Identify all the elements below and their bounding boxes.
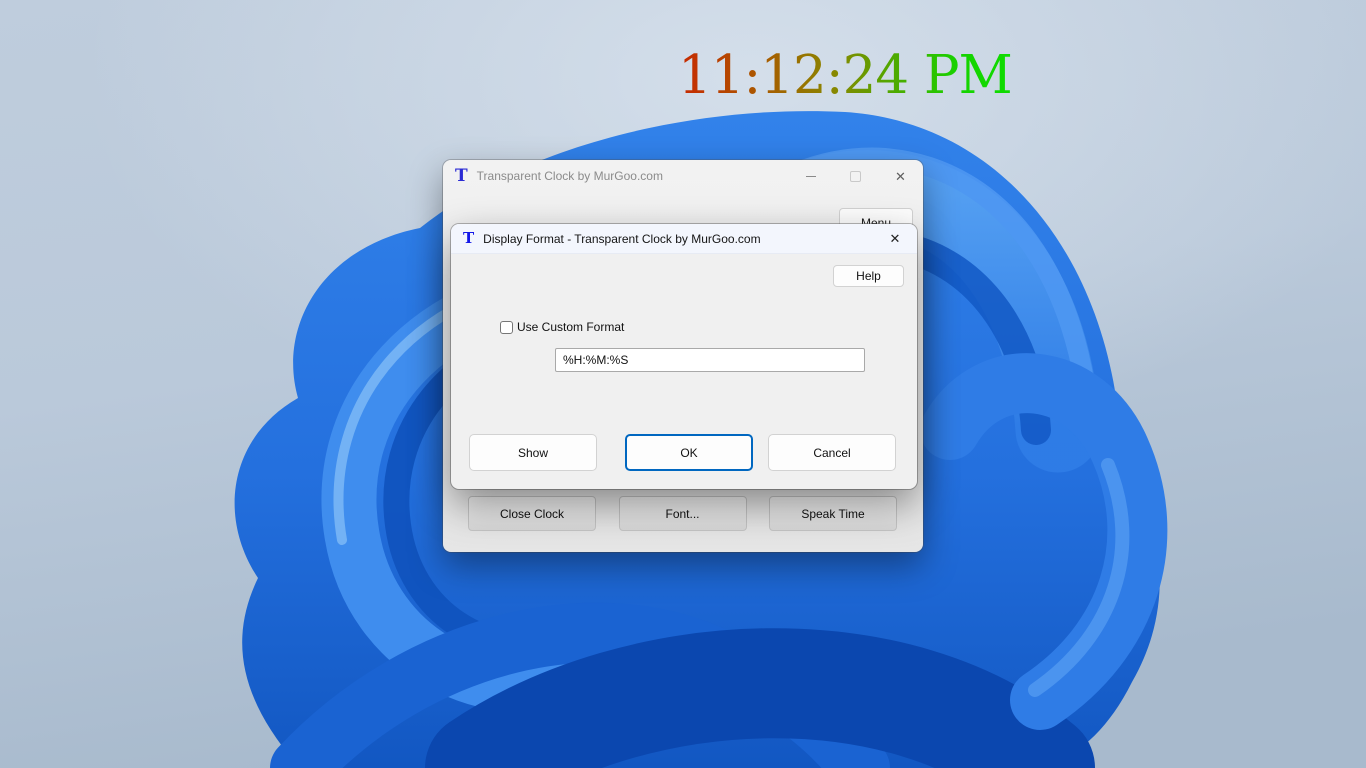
cancel-button[interactable]: Cancel (768, 434, 896, 471)
use-custom-format-checkbox[interactable] (500, 320, 513, 334)
use-custom-format-label: Use Custom Format (517, 320, 625, 334)
close-icon: ✕ (889, 231, 901, 246)
maximize-icon (850, 170, 861, 182)
main-window-footer: Close Clock Font... Speak Time (468, 496, 897, 531)
close-clock-button[interactable]: Close Clock (468, 496, 596, 531)
minimize-icon (805, 175, 816, 177)
use-custom-format-row: Use Custom Format (500, 320, 624, 334)
app-logo-icon: T (463, 229, 475, 247)
speak-time-button[interactable]: Speak Time (769, 496, 897, 531)
app-logo-icon: T (455, 165, 468, 186)
help-button[interactable]: Help (833, 265, 904, 287)
transparent-clock-time: 11:12:24 PM (678, 45, 1013, 106)
display-format-dialog: T Display Format - Transparent Clock by … (451, 224, 917, 489)
minimize-button[interactable] (788, 160, 833, 192)
dialog-close-button[interactable]: ✕ (873, 224, 917, 253)
maximize-button[interactable] (833, 160, 878, 192)
format-string-input[interactable] (555, 348, 865, 372)
font-button[interactable]: Font... (618, 496, 747, 531)
dialog-titlebar[interactable]: T Display Format - Transparent Clock by … (451, 224, 917, 254)
show-button[interactable]: Show (469, 434, 597, 471)
close-icon: ✕ (895, 168, 906, 184)
ok-button[interactable]: OK (625, 434, 753, 471)
main-window-title: Transparent Clock by MurGoo.com (476, 169, 663, 183)
close-button[interactable]: ✕ (878, 160, 923, 192)
dialog-title: Display Format - Transparent Clock by Mu… (483, 231, 761, 246)
main-window-titlebar[interactable]: T Transparent Clock by MurGoo.com ✕ (443, 160, 923, 192)
window-controls: ✕ (788, 160, 923, 192)
